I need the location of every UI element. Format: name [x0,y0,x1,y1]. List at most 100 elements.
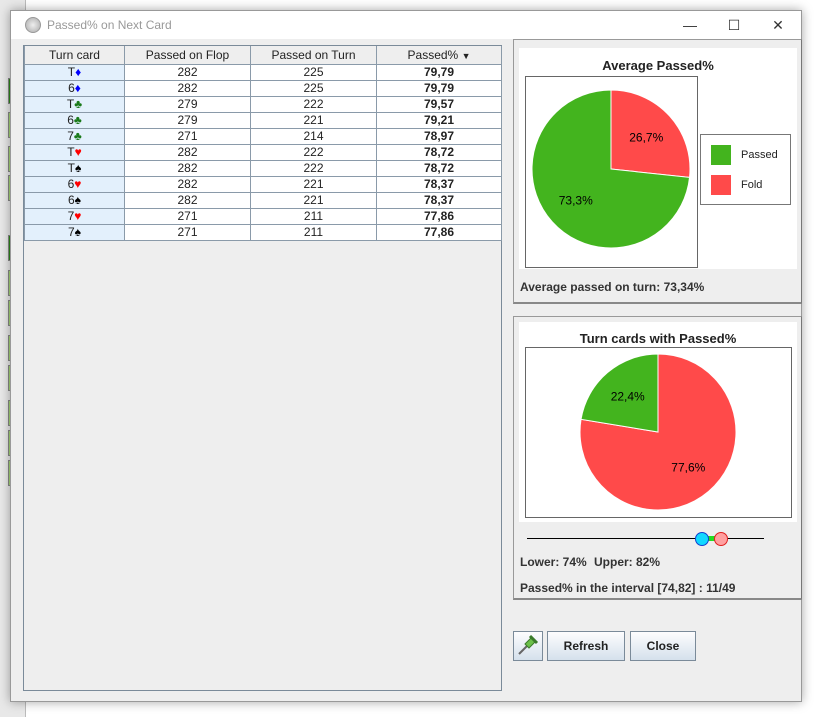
range-slider[interactable] [527,531,764,547]
turn-card-cell: T♦ [24,63,125,81]
passed-on-flop-cell: 271 [124,223,251,241]
turn-card-cell: T♠ [24,159,125,177]
suit-icon: ♦ [75,65,82,79]
upper-label: Upper: 82% [594,555,661,569]
chart-legend: Passed Fold [700,134,791,205]
column-header-turn-card[interactable]: Turn card [24,46,125,65]
passed-on-turn-cell: 211 [250,207,377,225]
suit-icon: ♥ [74,145,82,159]
average-passed-summary: Average passed on turn: 73,34% [520,280,705,294]
table-row[interactable]: 7♣ 271 214 78,97 [24,127,502,145]
table-row[interactable]: 6♠ 282 221 78,37 [24,191,502,209]
passed-on-flop-cell: 282 [124,63,251,81]
legend-label-passed: Passed [741,149,778,161]
pie-chart: 77,6% 22,4% [579,353,737,511]
column-header-passed-on-turn[interactable]: Passed on Turn [250,46,377,65]
passed-on-flop-cell: 279 [124,95,251,113]
passed-pct-cell: 79,79 [376,63,502,81]
passed-on-turn-cell: 222 [250,143,377,161]
legend-swatch-passed [711,145,731,165]
title-bar: Passed% on Next Card — ☐ ✕ [11,11,801,39]
passed-pct-cell: 79,57 [376,95,502,113]
passed-pct-cell: 79,79 [376,79,502,97]
pin-icon [518,634,539,655]
turn-card-cell: 7♣ [24,127,125,145]
suit-icon: ♠ [74,225,82,239]
lower-label: Lower: 74% [520,555,587,569]
results-table-panel: Turn card Passed on Flop Passed on Turn … [23,45,502,691]
slice-label: 77,6% [671,461,705,475]
table-row[interactable]: T♥ 282 222 78,72 [24,143,502,161]
table-row[interactable]: 6♥ 282 221 78,37 [24,175,502,193]
pin-button[interactable] [513,631,543,661]
turn-card-cell: 6♠ [24,191,125,209]
passed-on-flop-cell: 282 [124,175,251,193]
turn-cards-chart: Turn cards with Passed% 77,6% 22,4% [519,322,797,522]
window-title: Passed% on Next Card [47,18,172,32]
suit-icon: ♣ [73,129,82,143]
average-passed-chart: Average Passed% 26,7% 73,3% Passed Fold [519,48,797,269]
pie-chart: 26,7% 73,3% [531,89,691,249]
passed-on-turn-cell: 225 [250,63,377,81]
minimize-button[interactable]: — [675,15,705,35]
passed-on-turn-cell: 214 [250,127,377,145]
table-row[interactable]: T♦ 282 225 79,79 [24,63,502,81]
table-row[interactable]: 7♠ 271 211 77,86 [24,223,502,241]
results-table[interactable]: Turn card Passed on Flop Passed on Turn … [24,46,502,241]
maximize-button[interactable]: ☐ [719,15,749,35]
lower-handle[interactable] [695,532,709,546]
close-button[interactable]: Close [630,631,696,661]
passed-on-turn-cell: 211 [250,223,377,241]
passed-on-flop-cell: 282 [124,191,251,209]
suit-icon: ♣ [74,97,83,111]
turn-card-cell: 7♥ [24,207,125,225]
table-row[interactable]: T♠ 282 222 78,72 [24,159,502,177]
table-row[interactable]: 6♣ 279 221 79,21 [24,111,502,129]
card-rank: 6 [68,81,75,95]
passed-pct-cell: 77,86 [376,207,502,225]
passed-on-flop-cell: 282 [124,159,251,177]
passed-pct-cell: 78,72 [376,159,502,177]
suit-icon: ♣ [73,113,82,127]
passed-pct-cell: 78,72 [376,143,502,161]
passed-on-turn-cell: 221 [250,111,377,129]
chart-title: Turn cards with Passed% [579,331,737,346]
slice-label: 22,4% [611,389,645,403]
chart-title: Average Passed% [602,58,714,73]
turn-card-cell: 6♥ [24,175,125,193]
passed-pct-cell: 77,86 [376,223,502,241]
passed-on-turn-cell: 222 [250,95,377,113]
pie-plot: 77,6% 22,4% [525,347,792,518]
card-rank: T [67,161,75,175]
refresh-button[interactable]: Refresh [547,631,625,661]
passed-on-flop-cell: 279 [124,111,251,129]
column-header-passed-on-flop[interactable]: Passed on Flop [124,46,251,65]
turn-card-cell: T♣ [24,95,125,113]
suit-icon: ♦ [74,81,81,95]
turn-card-cell: T♥ [24,143,125,161]
slice-label: 26,7% [629,130,663,144]
suit-icon: ♠ [74,193,82,207]
turn-cards-panel: Turn cards with Passed% 77,6% 22,4% Lower… [513,316,802,600]
upper-handle[interactable] [714,532,728,546]
passed-pct-cell: 79,21 [376,111,502,129]
interval-summary: Passed% in the interval [74,82] : 11/49 [520,581,736,595]
table-row[interactable]: 6♦ 282 225 79,79 [24,79,502,97]
slice-label: 73,3% [559,194,593,208]
suit-icon: ♥ [74,209,82,223]
legend-label-fold: Fold [741,179,763,191]
passed-on-turn-cell: 221 [250,175,377,193]
passed-pct-cell: 78,97 [376,127,502,145]
column-label: Passed% [407,47,459,62]
card-rank: T [67,145,75,159]
table-row[interactable]: 7♥ 271 211 77,86 [24,207,502,225]
close-window-button[interactable]: ✕ [763,15,793,35]
suit-icon: ♠ [74,161,82,175]
turn-card-cell: 6♦ [24,79,125,97]
table-row[interactable]: T♣ 279 222 79,57 [24,95,502,113]
dialog-window: Passed% on Next Card — ☐ ✕ Turn card Pas… [10,10,802,702]
column-header-passed-pct[interactable]: Passed% ▼ [376,46,502,65]
average-passed-panel: Average Passed% 26,7% 73,3% Passed Fold A… [513,39,802,304]
turn-card-cell: 6♣ [24,111,125,129]
passed-pct-cell: 78,37 [376,191,502,209]
